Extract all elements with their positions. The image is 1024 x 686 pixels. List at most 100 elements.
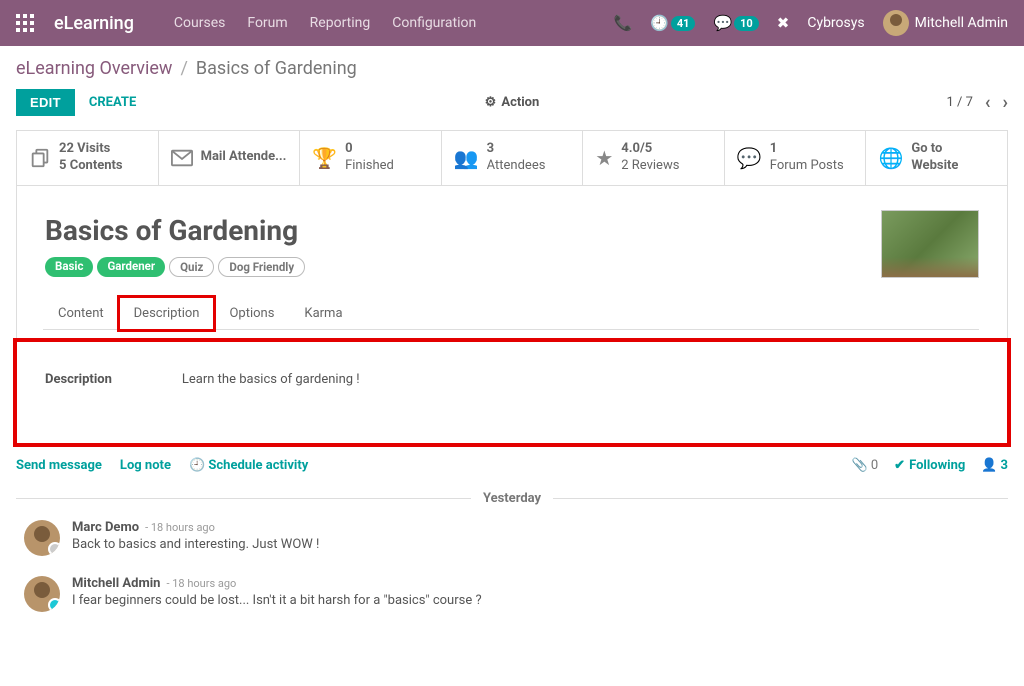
nav-forum[interactable]: Forum [247,15,287,31]
phone-icon[interactable]: 📞 [613,14,632,32]
action-dropdown[interactable]: ⚙ Action [485,95,540,110]
chatter-separator: Yesterday [16,491,1008,506]
nav-courses[interactable]: Courses [174,15,225,31]
chatter-bar: Send message Log note 🕘 Schedule activit… [0,444,1024,487]
followers-button[interactable]: 👤3 [981,458,1008,473]
log-note-button[interactable]: Log note [120,458,171,473]
message-body: Back to basics and interesting. Just WOW… [72,537,319,552]
course-thumbnail[interactable] [881,210,979,278]
tab-karma[interactable]: Karma [289,297,357,329]
stat-bar: 22 Visits5 Contents Mail Attende... 🏆 0F… [17,131,1007,186]
globe-icon: 🌐 [878,146,903,170]
record-body: Basics of Gardening Basic Gardener Quiz … [17,186,1007,342]
tag-gardener[interactable]: Gardener [97,257,165,277]
tools-icon[interactable]: ✖ [777,14,790,32]
message-time: - 18 hours ago [145,521,215,534]
description-panel: Description Learn the basics of gardenin… [17,342,1007,443]
stat-rev-l: 2 Reviews [621,158,679,175]
gear-icon: ⚙ [485,95,497,110]
check-icon: ✔ [894,458,905,473]
stat-att-l: Attendees [487,158,546,175]
stat-visits-l2: 5 Contents [59,158,123,175]
breadcrumb: eLearning Overview / Basics of Gardening [0,46,1024,83]
stat-visits-l1: 22 Visits [59,141,123,158]
top-navbar: eLearning Courses Forum Reporting Config… [0,0,1024,46]
nav-links: Courses Forum Reporting Configuration [174,15,476,31]
tab-options[interactable]: Options [214,297,289,329]
people-icon: 👥 [454,146,479,170]
separator-label: Yesterday [471,491,553,506]
create-button[interactable]: CREATE [89,95,136,110]
stat-forum-n: 1 [770,141,844,158]
controls-row: EDIT CREATE ⚙ Action 1 / 7 ‹ › [0,83,1024,126]
stat-attendees[interactable]: 👥 3Attendees [442,131,584,185]
comment-icon: 💬 [737,146,762,170]
avatar-icon [24,520,60,556]
nav-reporting[interactable]: Reporting [310,15,371,31]
stat-mail-label: Mail Attende... [201,149,287,166]
pager-prev-icon[interactable]: ‹ [985,92,991,113]
stat-finished-n: 0 [345,141,394,158]
tag-quiz[interactable]: Quiz [169,257,214,277]
following-button[interactable]: ✔ Following [894,458,965,473]
attachments-button[interactable]: 📎0 [852,458,879,473]
message-item: Marc Demo - 18 hours ago Back to basics a… [0,510,1024,566]
messages-badge: 10 [734,16,759,31]
star-icon: ★ [595,146,613,170]
description-value: Learn the basics of gardening ! [182,372,360,387]
clock-icon: 🕘 [189,458,205,473]
envelope-icon [171,149,193,167]
nav-configuration[interactable]: Configuration [392,15,476,31]
stat-mail[interactable]: Mail Attende... [159,131,301,185]
activities-icon[interactable]: 🕘41 [650,14,695,32]
avatar-icon [24,576,60,612]
stat-att-n: 3 [487,141,546,158]
company-switcher[interactable]: Cybrosys [807,15,864,31]
attachments-count: 0 [871,458,878,473]
trophy-icon: 🏆 [312,146,337,170]
stat-web-l2: Website [911,158,958,175]
stat-reviews[interactable]: ★ 4.0/52 Reviews [583,131,725,185]
schedule-activity-button[interactable]: 🕘 Schedule activity [189,458,308,473]
apps-icon[interactable] [16,14,34,32]
stat-finished[interactable]: 🏆 0Finished [300,131,442,185]
activities-badge: 41 [671,16,696,31]
messages-icon[interactable]: 💬10 [713,14,758,32]
tag-basic[interactable]: Basic [45,257,93,277]
copy-icon [29,147,51,169]
breadcrumb-root[interactable]: eLearning Overview [16,58,172,79]
edit-button[interactable]: EDIT [16,89,75,116]
action-label: Action [501,95,539,110]
stat-forum-l: Forum Posts [770,158,844,175]
app-brand[interactable]: eLearning [54,13,134,34]
followers-count: 3 [1001,458,1008,473]
description-label: Description [45,372,112,387]
tab-content[interactable]: Content [43,297,119,329]
stat-finished-l: Finished [345,158,394,175]
avatar-icon [883,10,909,36]
record-card: 22 Visits5 Contents Mail Attende... 🏆 0F… [16,130,1008,444]
stat-forum[interactable]: 💬 1Forum Posts [725,131,867,185]
pager-next-icon[interactable]: › [1003,92,1008,113]
stat-visits[interactable]: 22 Visits5 Contents [17,131,159,185]
breadcrumb-sep: / [180,58,187,79]
user-name: Mitchell Admin [915,15,1008,31]
content-scroll[interactable]: 22 Visits5 Contents Mail Attende... 🏆 0F… [0,126,1024,686]
tab-description[interactable]: Description [119,297,215,330]
message-body: I fear beginners could be lost... Isn't … [72,593,482,608]
message-time: - 18 hours ago [166,577,236,590]
stat-website[interactable]: 🌐 Go toWebsite [866,131,1007,185]
send-message-button[interactable]: Send message [16,458,102,473]
person-icon: 👤 [981,458,997,473]
schedule-label: Schedule activity [208,458,308,473]
stat-rev-n: 4.0/5 [621,141,679,158]
pager-text[interactable]: 1 / 7 [946,95,972,110]
stat-web-l1: Go to [911,141,958,158]
message-author[interactable]: Marc Demo [72,520,139,535]
following-label: Following [909,458,965,473]
user-menu[interactable]: Mitchell Admin [883,10,1008,36]
message-author[interactable]: Mitchell Admin [72,576,160,591]
tag-dog-friendly[interactable]: Dog Friendly [218,257,305,277]
record-title: Basics of Gardening [45,214,979,247]
message-item: Mitchell Admin - 18 hours ago I fear begi… [0,566,1024,622]
